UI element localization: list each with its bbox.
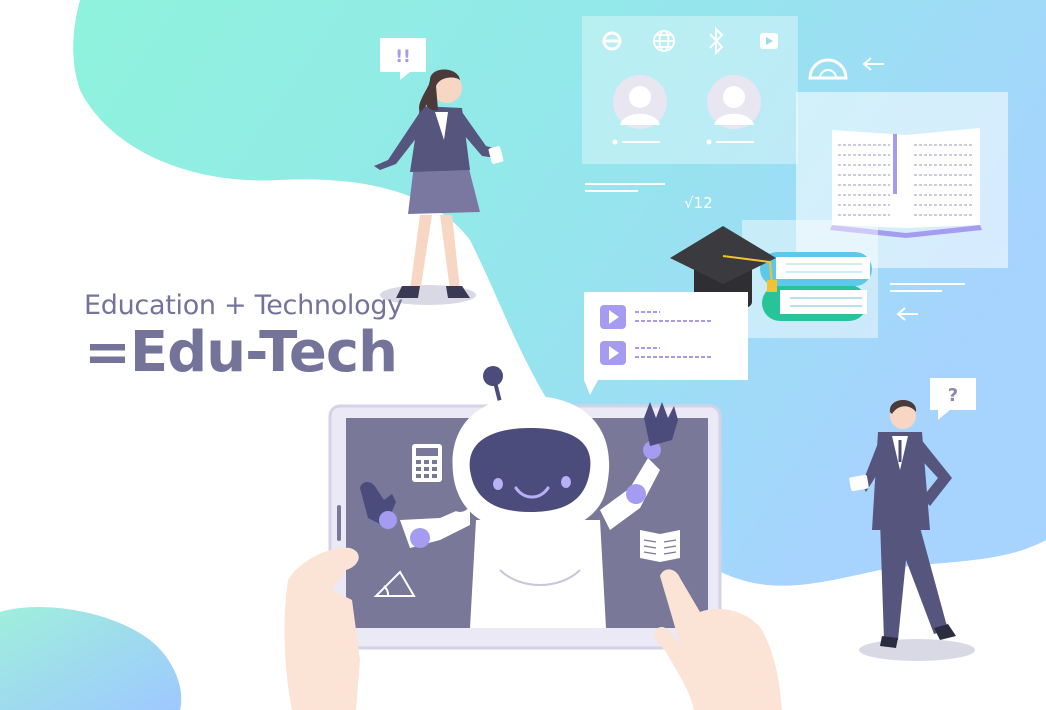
avatar	[707, 75, 761, 129]
headline: Education + Technology =Edu-Tech	[84, 290, 403, 384]
corner-blob	[0, 607, 182, 710]
sqrt-label: √12	[684, 194, 713, 212]
question-label: ?	[948, 385, 958, 406]
browser-panel	[582, 16, 798, 164]
exclamation-label: !!	[395, 47, 411, 67]
avatar	[613, 75, 667, 129]
play-icon	[760, 33, 778, 49]
calculator-icon	[412, 444, 442, 482]
video-list-bubble	[584, 292, 748, 395]
headline-title: =Edu-Tech	[84, 320, 398, 385]
book-icon	[640, 530, 680, 562]
headline-subtitle: Education + Technology	[84, 290, 403, 321]
